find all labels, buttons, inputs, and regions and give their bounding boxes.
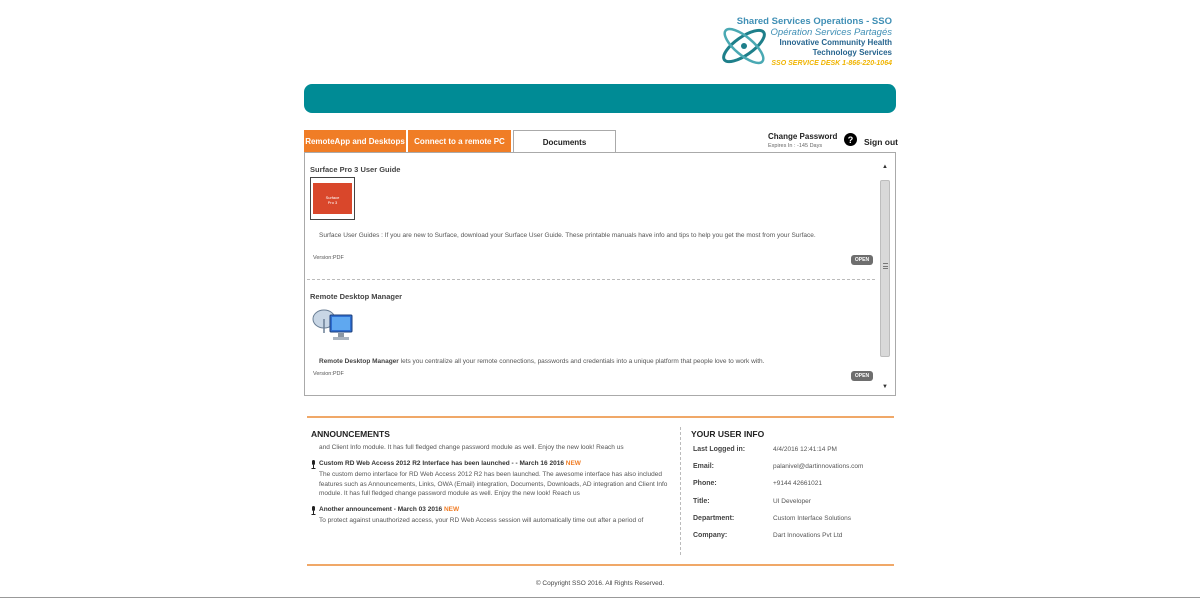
- password-expiry-text: Expires In : -145 Days: [768, 143, 823, 149]
- tab-connect-remote-pc[interactable]: Connect to a remote PC: [408, 130, 511, 153]
- announcements-title: ANNOUNCEMENTS: [311, 429, 390, 439]
- department-label: Department:: [693, 515, 735, 522]
- header-banner: [304, 84, 896, 113]
- sso-logo: Shared Services Operations - SSO Opérati…: [716, 14, 896, 74]
- surface-guide-thumbnail[interactable]: Surface Pro 3: [310, 177, 355, 220]
- email-value: palanivel@dartinnovations.com: [773, 463, 864, 470]
- document-version: Version:PDF: [313, 255, 344, 261]
- document-description-product: Remote Desktop Manager: [319, 358, 399, 365]
- open-button[interactable]: OPEN: [851, 371, 873, 381]
- new-badge: NEW: [565, 460, 581, 467]
- section-rule-bottom: [307, 564, 894, 566]
- new-badge: NEW: [443, 506, 460, 513]
- company-label: Company:: [693, 532, 728, 539]
- document-description-rest: lets you centralize all your remote conn…: [398, 358, 765, 365]
- open-button[interactable]: OPEN: [851, 255, 873, 265]
- logo-line-4: Technology Services: [812, 48, 892, 57]
- microphone-icon: [311, 506, 316, 515]
- help-icon[interactable]: ?: [844, 133, 857, 146]
- announcement-body: To protect against unauthorized access, …: [319, 517, 644, 524]
- department-value: Custom Interface Solutions: [773, 515, 852, 522]
- document-version: Version:PDF: [313, 371, 344, 377]
- title-label: Title:: [693, 498, 710, 505]
- scroll-up-arrow-icon[interactable]: ▲: [879, 161, 891, 173]
- documents-scrollbar[interactable]: ▲ ▼: [879, 161, 891, 393]
- document-description: Surface User Guides : If you are new to …: [319, 232, 816, 239]
- announcement-body: The custom demo interface for RD Web Acc…: [319, 471, 668, 497]
- document-description: Remote Desktop Manager lets you centrali…: [319, 357, 829, 366]
- sign-out-link[interactable]: Sign out: [864, 137, 898, 147]
- company-value: Dart Innovations Pvt Ltd: [773, 532, 843, 539]
- logo-line-3: Innovative Community Health: [779, 38, 892, 47]
- logo-line-2: Opération Services Partagés: [770, 27, 892, 38]
- service-desk-line: SSO SERVICE DESK 1-866-220-1064: [771, 60, 892, 67]
- change-password-link[interactable]: Change Password: [768, 132, 837, 141]
- scroll-grip-icon: [883, 263, 888, 269]
- tab-remoteapp-desktops[interactable]: RemoteApp and Desktops: [304, 130, 406, 153]
- last-logged-label: Last Logged in:: [693, 446, 746, 453]
- column-divider: [680, 427, 681, 555]
- documents-panel: Surface Pro 3 User Guide Surface Pro 3 S…: [304, 152, 896, 396]
- document-title: Remote Desktop Manager: [310, 292, 403, 301]
- email-label: Email:: [693, 463, 715, 470]
- document-title: Surface Pro 3 User Guide: [310, 165, 401, 174]
- scroll-thumb[interactable]: [880, 180, 890, 357]
- phone-value: +9144 42661021: [773, 480, 822, 487]
- scroll-down-arrow-icon[interactable]: ▼: [879, 381, 891, 393]
- page-bottom-border: [0, 597, 1200, 598]
- remote-desktop-icon[interactable]: [310, 303, 356, 345]
- surface-thumb-label: Surface Pro 3: [313, 183, 352, 214]
- footer-copyright: © Copyright SSO 2016. All Rights Reserve…: [535, 580, 665, 587]
- tab-documents[interactable]: Documents: [513, 130, 616, 153]
- document-divider: [307, 279, 875, 280]
- section-rule-top: [307, 416, 894, 418]
- announcement-heading-text: Custom RD Web Access 2012 R2 Interface h…: [319, 460, 564, 467]
- announcement-heading-text: Another announcement - March 03 2016: [319, 506, 443, 513]
- title-value: UI Developer: [773, 498, 811, 505]
- logo-line-1: Shared Services Operations - SSO: [736, 16, 892, 27]
- user-info-title: YOUR USER INFO: [691, 429, 765, 439]
- announcement-heading[interactable]: Another announcement - March 03 2016 NEW: [319, 506, 459, 513]
- phone-label: Phone:: [693, 480, 717, 487]
- last-logged-value: 4/4/2016 12:41:14 PM: [773, 446, 837, 453]
- announcement-lead-text: and Client Info module. It has full fled…: [319, 444, 624, 451]
- announcement-heading[interactable]: Custom RD Web Access 2012 R2 Interface h…: [319, 460, 581, 467]
- microphone-icon: [311, 460, 316, 469]
